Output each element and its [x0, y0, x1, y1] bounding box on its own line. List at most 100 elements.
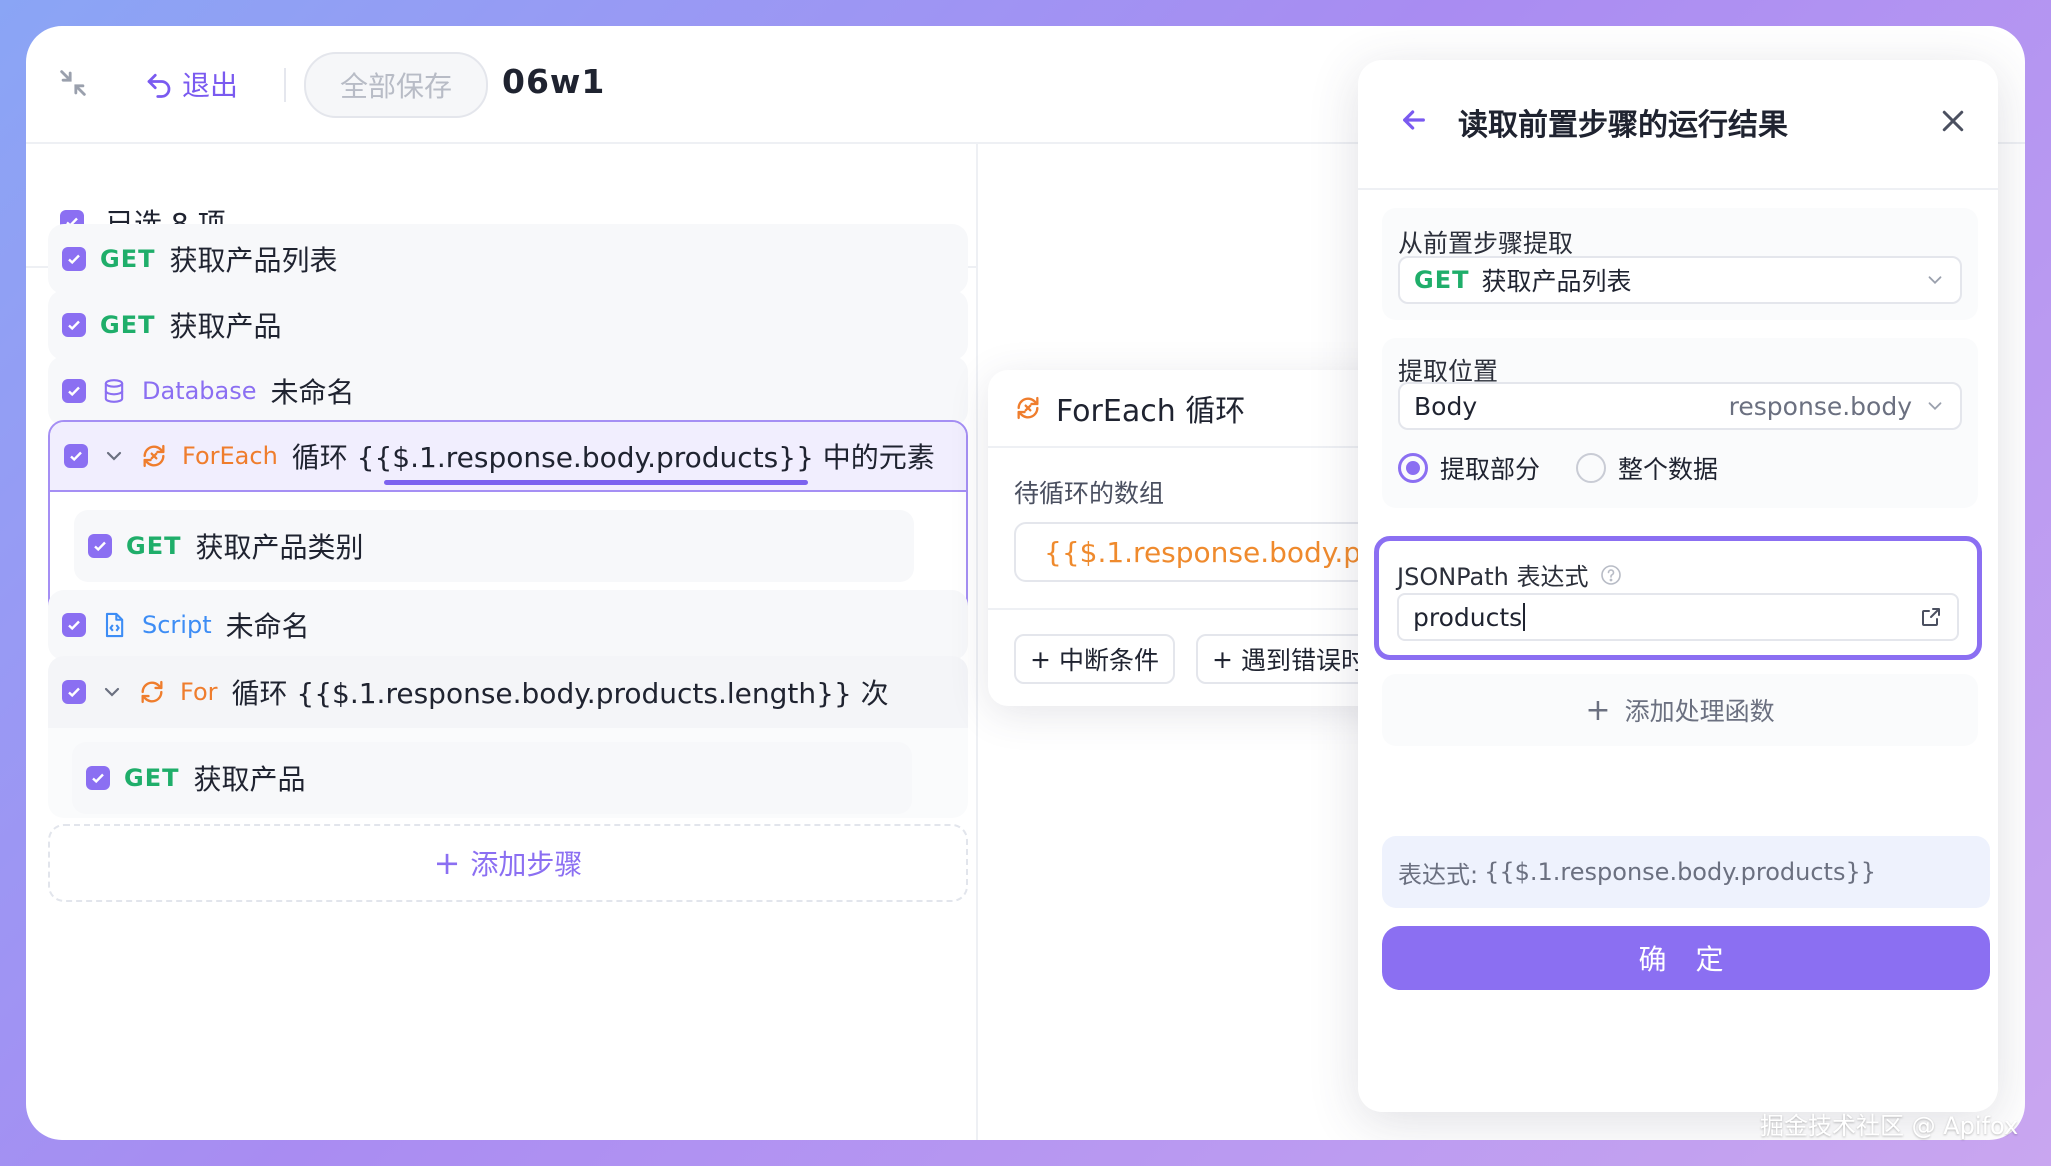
- text-cursor: [1523, 603, 1526, 631]
- step-checkbox[interactable]: [62, 379, 86, 403]
- script-file-icon: [105, 612, 124, 638]
- help-icon[interactable]: [1599, 563, 1623, 587]
- break-condition-button[interactable]: + 中断条件: [1014, 634, 1175, 684]
- method-badge: Script: [142, 611, 212, 639]
- foreach-settings-card: ForEach 循环 待循环的数组 {{$.1.response.body.pr…: [988, 370, 1408, 706]
- step-row[interactable]: GET 获取产品: [72, 742, 912, 814]
- location-select[interactable]: Body response.body: [1398, 382, 1962, 430]
- radio-partial-label: 提取部分: [1440, 455, 1541, 484]
- radio-unchecked-icon: [1576, 453, 1607, 483]
- plus-icon: +: [1585, 692, 1611, 728]
- step-name: 获取产品列表: [169, 244, 338, 277]
- plus-icon: +: [433, 844, 461, 882]
- save-all-button[interactable]: 全部保存: [304, 52, 488, 118]
- method-badge: GET: [126, 532, 182, 560]
- radio-checked-icon: [1398, 453, 1428, 483]
- plus-icon: +: [1030, 644, 1051, 674]
- close-icon[interactable]: [1938, 106, 1968, 136]
- add-step-label: 添加步骤: [470, 848, 583, 881]
- loop-icon: [141, 680, 163, 704]
- document-title: 06w1: [502, 62, 606, 101]
- step-name: 获取产品: [169, 310, 282, 343]
- jsonpath-input[interactable]: products: [1397, 593, 1959, 641]
- chevron-down-icon: [1928, 276, 1942, 285]
- location-hint: response.body: [1728, 391, 1912, 421]
- step-checkbox[interactable]: [64, 444, 88, 468]
- step-row[interactable]: Database 未命名: [48, 356, 968, 426]
- confirm-button[interactable]: 确 定: [1382, 926, 1990, 990]
- source-step-select[interactable]: GET 获取产品列表: [1398, 256, 1962, 304]
- for-group: For 循环 {{$.1.response.body.products.leng…: [48, 656, 968, 818]
- method-badge: ForEach: [182, 442, 278, 470]
- divider: [284, 68, 286, 102]
- dialog-title: 读取前置步骤的运行结果: [1458, 108, 1788, 143]
- collapse-icon[interactable]: [56, 66, 90, 100]
- step-row[interactable]: GET 获取产品: [48, 290, 968, 360]
- back-arrow-icon[interactable]: [1398, 104, 1430, 136]
- app-window: 退出 全部保存 06w1 已选 8 项 GET 获取产品列表 GET 获取产品: [26, 26, 2025, 1140]
- add-function-label: 添加处理函数: [1624, 697, 1775, 726]
- step-name: 获取产品: [193, 763, 306, 796]
- chevron-down-icon[interactable]: [102, 444, 126, 468]
- database-icon: [104, 379, 124, 403]
- step-row[interactable]: GET 获取产品列表: [48, 224, 968, 294]
- plus-icon: +: [1212, 644, 1233, 674]
- step-checkbox[interactable]: [62, 680, 86, 704]
- radio-whole-data[interactable]: 整个数据: [1576, 450, 1718, 486]
- step-row[interactable]: GET 获取产品类别: [74, 510, 914, 582]
- jsonpath-label: JSONPath 表达式: [1397, 563, 1589, 591]
- foreach-card-title: ForEach 循环: [1056, 394, 1246, 429]
- loop-icon: [1017, 396, 1039, 420]
- step-checkbox[interactable]: [62, 613, 86, 637]
- step-list-panel: 已选 8 项 GET 获取产品列表 GET 获取产品 Database 未命名: [26, 144, 978, 1140]
- method-badge: Database: [142, 377, 257, 405]
- step-checkbox[interactable]: [62, 313, 86, 337]
- chevron-down-icon[interactable]: [100, 680, 124, 704]
- undo-icon: [147, 73, 171, 98]
- method-badge: GET: [100, 245, 156, 273]
- radio-extract-partial[interactable]: 提取部分: [1398, 450, 1540, 486]
- jsonpath-section: JSONPath 表达式 products: [1374, 536, 1982, 660]
- radio-whole-label: 整个数据: [1618, 455, 1719, 484]
- jsonpath-value: products: [1413, 602, 1523, 632]
- location-section: 提取位置 Body response.body 提取部分 整个数据: [1382, 338, 1978, 508]
- exit-button[interactable]: 退出: [144, 64, 238, 104]
- divider: [988, 608, 1408, 610]
- step-row[interactable]: Script 未命名: [48, 590, 968, 660]
- open-external-icon[interactable]: [1919, 605, 1943, 629]
- source-section: 从前置步骤提取 GET 获取产品列表: [1382, 208, 1978, 320]
- step-checkbox[interactable]: [88, 534, 112, 558]
- expression-value: {{$.1.response.body.products}}: [1484, 858, 1876, 886]
- foreach-card-header: ForEach 循环: [988, 370, 1408, 448]
- dialog-header: 读取前置步骤的运行结果: [1358, 60, 1998, 190]
- add-function-button[interactable]: + 添加处理函数: [1382, 674, 1978, 746]
- for-header[interactable]: For 循环 {{$.1.response.body.products.leng…: [48, 656, 968, 728]
- step-name: 获取产品类别: [195, 531, 364, 564]
- step-name: 循环 {{$.1.response.body.products}} 中的元素: [291, 441, 935, 474]
- chevron-down-icon: [1928, 402, 1942, 411]
- location-value: Body: [1414, 391, 1478, 421]
- step-name: 未命名: [225, 610, 310, 643]
- source-label: 从前置步骤提取: [1398, 229, 1574, 258]
- exit-label: 退出: [182, 69, 239, 102]
- source-step-value: 获取产品列表: [1481, 267, 1632, 296]
- highlight-underline: [384, 480, 808, 485]
- add-step-button[interactable]: + 添加步骤: [48, 824, 968, 902]
- break-condition-label: 中断条件: [1058, 646, 1159, 675]
- on-error-label: 遇到错误时: [1240, 646, 1366, 675]
- array-input[interactable]: {{$.1.response.body.pr...: [1014, 522, 1408, 582]
- on-error-button[interactable]: + 遇到错误时: [1196, 634, 1382, 684]
- step-name: 循环 {{$.1.response.body.products.length}}…: [231, 677, 889, 710]
- step-checkbox[interactable]: [62, 247, 86, 271]
- jsonpath-label-row: JSONPath 表达式: [1397, 557, 1623, 592]
- foreach-header[interactable]: ForEach 循环 {{$.1.response.body.products}…: [50, 422, 966, 492]
- method-badge: GET: [100, 311, 156, 339]
- read-prev-step-dialog: 读取前置步骤的运行结果 从前置步骤提取 GET 获取产品列表 提取位置 Body…: [1358, 60, 1998, 1112]
- array-label: 待循环的数组: [1014, 479, 1165, 508]
- method-badge: GET: [124, 764, 180, 792]
- method-badge: For: [180, 678, 218, 706]
- expression-prefix: 表达式:: [1398, 860, 1479, 889]
- step-name: 未命名: [270, 376, 355, 409]
- method-badge: GET: [1414, 266, 1470, 294]
- step-checkbox[interactable]: [86, 766, 110, 790]
